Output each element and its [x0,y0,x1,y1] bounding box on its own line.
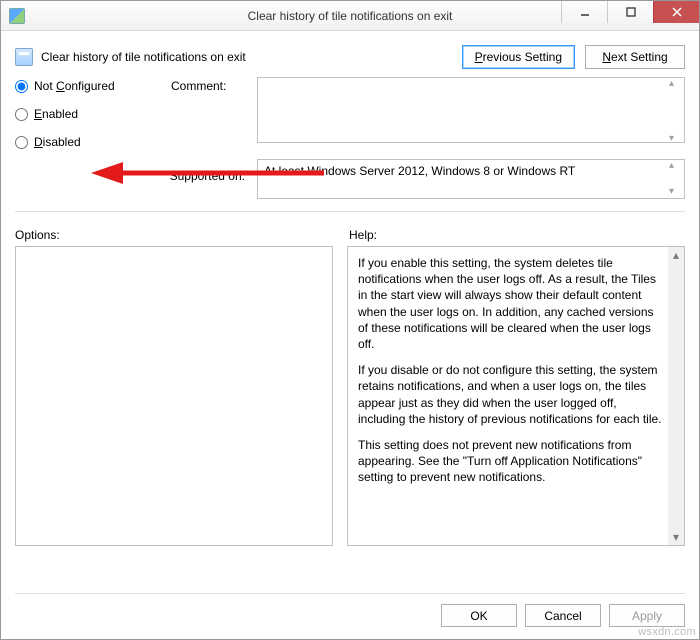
titlebar[interactable]: Clear history of tile notifications on e… [1,1,699,31]
window-controls [561,1,699,23]
panes-labels: Options: Help: [1,222,699,246]
cancel-label: Cancel [544,609,581,623]
chevron-down-icon: ▾ [673,529,679,545]
radio-not-configured-label: Not Configured [34,79,115,93]
close-icon [672,7,682,17]
dialog-button-row: OK Cancel Apply [15,604,685,627]
section-divider [15,211,685,212]
ok-button[interactable]: OK [441,604,517,627]
options-label: Options: [15,228,335,242]
radio-not-configured-input[interactable] [15,80,28,93]
close-button[interactable] [653,1,699,23]
radio-disabled[interactable]: Disabled [15,135,165,149]
maximize-icon [626,7,636,17]
supported-on-text: At least Windows Server 2012, Windows 8 … [257,159,685,199]
help-paragraph-2: If you disable or do not configure this … [358,362,664,427]
help-paragraph-1: If you enable this setting, the system d… [358,255,664,352]
radio-disabled-input[interactable] [15,136,28,149]
help-label: Help: [349,228,377,242]
config-grid: Not Configured Enabled Disabled Comment:… [1,77,699,207]
radio-not-configured[interactable]: Not Configured [15,79,165,93]
next-setting-label: Next Setting [602,50,667,64]
minimize-button[interactable] [561,1,607,23]
radio-enabled[interactable]: Enabled [15,107,165,121]
header-row: Clear history of tile notifications on e… [1,31,699,77]
setting-name: Clear history of tile notifications on e… [41,50,246,64]
client-area: Clear history of tile notifications on e… [1,31,699,639]
apply-label: Apply [632,609,662,623]
previous-setting-label: Previous Setting [475,50,562,64]
supported-on-field-wrap: At least Windows Server 2012, Windows 8 … [257,159,685,199]
radio-enabled-label: Enabled [34,107,78,121]
state-radio-group: Not Configured Enabled Disabled [15,77,165,149]
app-icon [9,8,25,24]
ok-label: OK [470,609,487,623]
help-paragraph-3: This setting does not prevent new notifi… [358,437,664,486]
policy-icon [15,48,33,66]
help-scrollbar[interactable]: ▴ ▾ [668,247,684,545]
bottom-divider [15,593,685,594]
comment-field-wrap: ▴ ▾ [257,77,685,146]
help-pane[interactable]: If you enable this setting, the system d… [347,246,685,546]
bottom-bar: OK Cancel Apply [1,583,699,639]
comment-textarea[interactable] [257,77,685,143]
panes-row: If you enable this setting, the system d… [1,246,699,546]
cancel-button[interactable]: Cancel [525,604,601,627]
comment-label: Comment: [171,77,251,93]
next-setting-button[interactable]: Next Setting [585,45,685,69]
maximize-button[interactable] [607,1,653,23]
radio-enabled-input[interactable] [15,108,28,121]
radio-disabled-label: Disabled [34,135,81,149]
previous-setting-button[interactable]: Previous Setting [462,45,575,69]
minimize-icon [580,7,590,17]
supported-on-label: Supported on: [15,159,251,183]
options-pane[interactable] [15,246,333,546]
apply-button[interactable]: Apply [609,604,685,627]
chevron-up-icon: ▴ [673,247,679,263]
window-frame: Clear history of tile notifications on e… [0,0,700,640]
